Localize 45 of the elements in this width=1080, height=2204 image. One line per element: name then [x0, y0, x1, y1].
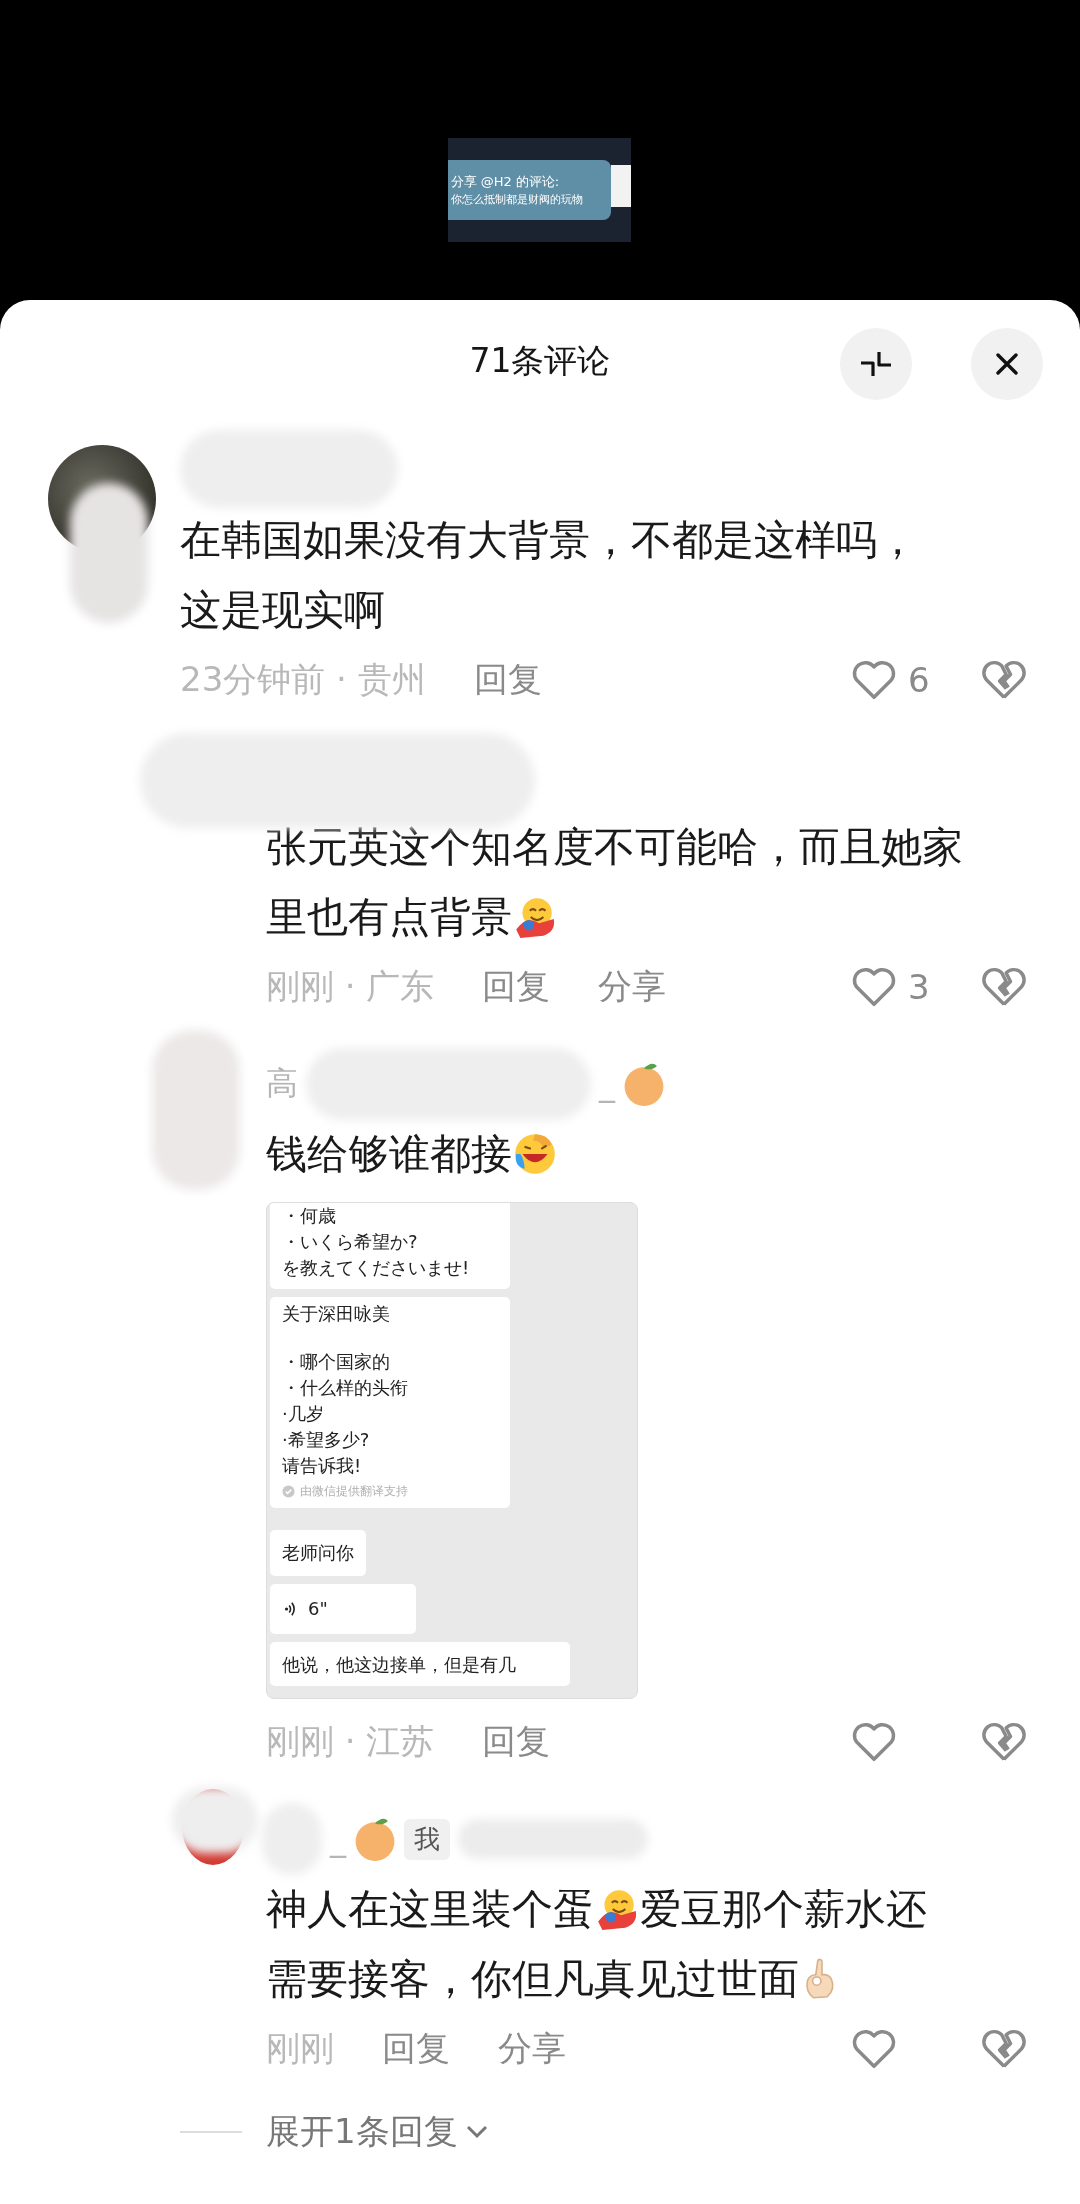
share-link[interactable]: 分享	[598, 964, 667, 1010]
sheet-title: 71条评论	[469, 340, 611, 382]
chat-text: ·希望多少?	[282, 1428, 371, 1452]
comment-text: 需要接客，你但凡真见过世面	[266, 1944, 1080, 2014]
bubble-text: 你怎么抵制都是财阀的玩物	[450, 193, 584, 207]
username[interactable]: _	[599, 1065, 615, 1103]
comment-text: 这是现实啊	[180, 585, 386, 636]
reply-link[interactable]: 回复	[482, 1719, 551, 1765]
chat-text: 他说，他这边接单，但是有几	[282, 1653, 517, 1677]
video-thumbnail[interactable]: 分享 @H2 的评论: 你怎么抵制都是财阀的玩物	[447, 138, 631, 242]
expand-replies-link[interactable]: 展开1条回复	[266, 2109, 458, 2155]
reply-link[interactable]: 回复	[382, 2026, 450, 2072]
chat-text: ・何歳	[282, 1204, 337, 1228]
author-tag: 我	[404, 1818, 450, 1860]
comment-time: 刚刚 · 江苏	[266, 1720, 435, 1763]
username[interactable]: _	[330, 1820, 346, 1858]
chat-text: ·几岁	[282, 1402, 325, 1426]
comment-time: 刚刚	[266, 2027, 334, 2070]
comment-text: 张元英这个知名度不可能哈，而且她家	[266, 822, 964, 873]
comment-text: 神人在这里装个蛋 爱豆那个薪水还	[266, 1884, 928, 1935]
chat-text: 6"	[308, 1597, 328, 1621]
reply-link[interactable]: 回复	[482, 964, 551, 1010]
chat-text: 关于深田咏美	[282, 1302, 391, 1326]
check-icon	[282, 1485, 295, 1498]
chat-text: 请告诉我!	[282, 1454, 363, 1478]
bubble-text: 分享 @H2 的评论:	[450, 173, 561, 190]
laughing-face-icon	[512, 1131, 558, 1177]
chat-text: ・いくら希望か?	[282, 1230, 419, 1254]
chat-text: を教えてくださいませ!	[282, 1256, 471, 1280]
chat-screenshot[interactable]: ・何歳 ・いくら希望か? を教えてくださいませ! 关于深田咏美 ・哪个国家的 ・什么样的头衔 ·几岁 ·希望多少? 请告诉我! 由微信提供翻译支持 老师问你 6" 他说，他这边接单，但是有几	[266, 1202, 638, 1699]
comment-text: 在韩国如果没有大背景，不都是这样吗，	[180, 515, 919, 566]
username[interactable]: 高	[266, 1062, 298, 1106]
chat-text: ・哪个国家的	[282, 1350, 391, 1374]
comment-text: 钱给够谁都接	[266, 1119, 1080, 1189]
light-strip	[610, 165, 631, 207]
like-count: 6	[908, 660, 930, 700]
chat-text: 老师问你	[282, 1541, 354, 1565]
comment-time: 23分钟前 · 贵州	[180, 658, 426, 701]
share-link[interactable]: 分享	[498, 2026, 566, 2072]
reply-link[interactable]: 回复	[473, 657, 542, 703]
chat-text: ・什么样的头衔	[282, 1376, 409, 1400]
translation-note: 由微信提供翻译支持	[300, 1483, 408, 1500]
comment-text: 里也有点背景	[266, 882, 1080, 952]
like-count: 3	[908, 967, 930, 1007]
comment-time: 刚刚 · 广东	[266, 965, 435, 1008]
